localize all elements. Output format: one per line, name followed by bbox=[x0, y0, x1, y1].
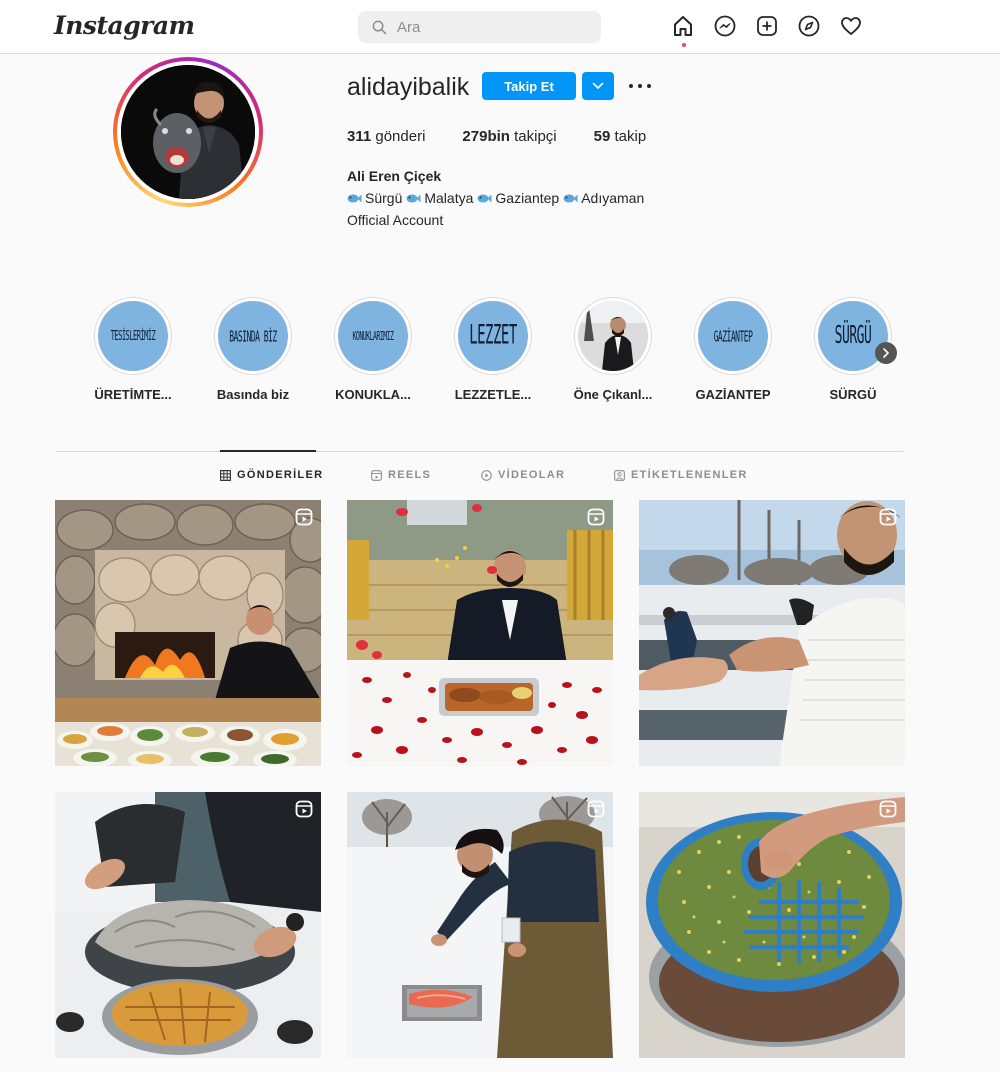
post-image bbox=[347, 500, 613, 766]
highlight-label: ÜRETİMTE... bbox=[94, 387, 172, 402]
bio-place: Adıyaman bbox=[563, 190, 644, 206]
avatar-photo bbox=[121, 65, 255, 199]
highlight-cover-photo bbox=[578, 301, 648, 371]
reel-badge-icon bbox=[879, 508, 897, 526]
followers-count[interactable]: 279bin takipçi bbox=[462, 128, 556, 145]
profile-avatar[interactable] bbox=[113, 57, 263, 207]
search-placeholder: Ara bbox=[397, 18, 421, 36]
notification-dot bbox=[682, 43, 686, 47]
highlight-cover: TESİSLERİMİZ bbox=[98, 301, 168, 371]
dot bbox=[638, 84, 642, 88]
highlight-label: Öne Çıkanl... bbox=[573, 387, 653, 402]
highlight-item[interactable]: Öne Çıkanl... bbox=[558, 297, 668, 402]
nav-icons bbox=[671, 14, 881, 47]
tab-tagged[interactable]: ETİKETLENENLER bbox=[614, 469, 748, 481]
story-highlights: TESİSLERİMİZ ÜRETİMTE... BASINDA BİZ Bas… bbox=[93, 297, 913, 407]
dot bbox=[629, 84, 633, 88]
home-icon[interactable] bbox=[671, 14, 697, 47]
highlight-cover: KONUKLARIMIZ bbox=[338, 301, 408, 371]
more-options-button[interactable] bbox=[627, 76, 653, 96]
reel-badge-icon bbox=[587, 508, 605, 526]
posts-count: 311 gönderi bbox=[347, 128, 426, 145]
fish-emoji-icon bbox=[477, 194, 492, 202]
activity-heart-icon[interactable] bbox=[839, 14, 865, 40]
post-image bbox=[55, 500, 321, 766]
fish-emoji-icon bbox=[347, 194, 362, 202]
post-thumbnail[interactable] bbox=[55, 500, 321, 766]
highlights-next-button[interactable] bbox=[875, 342, 897, 364]
profile-username: alidayibalik bbox=[347, 73, 470, 101]
top-navigation-bar: Instagram Ara bbox=[0, 0, 1000, 54]
tabs-divider bbox=[55, 451, 903, 452]
highlight-item[interactable]: LEZZET LEZZETLE... bbox=[438, 297, 548, 402]
profile-bio-places: Sürgü Malatya Gaziantep Adıyaman bbox=[347, 190, 648, 206]
search-input[interactable]: Ara bbox=[358, 11, 601, 43]
dot bbox=[647, 84, 651, 88]
profile-stats: 311 gönderi 279bin takipçi 59 takip bbox=[347, 128, 683, 145]
bio-place: Sürgü bbox=[347, 190, 402, 206]
highlight-item[interactable]: BASINDA BİZ Basında biz bbox=[198, 297, 308, 402]
highlight-item[interactable]: TESİSLERİMİZ ÜRETİMTE... bbox=[78, 297, 188, 402]
post-image bbox=[347, 792, 613, 1058]
post-image bbox=[55, 792, 321, 1058]
bio-place: Gaziantep bbox=[477, 190, 559, 206]
explore-icon[interactable] bbox=[797, 14, 823, 40]
highlight-label: SÜRGÜ bbox=[829, 387, 877, 402]
highlight-item[interactable]: GAZİANTEP GAZİANTEP bbox=[678, 297, 788, 402]
follow-button[interactable]: Takip Et bbox=[482, 72, 576, 100]
following-count[interactable]: 59 takip bbox=[594, 128, 647, 145]
fish-emoji-icon bbox=[563, 194, 578, 202]
new-post-icon[interactable] bbox=[755, 14, 781, 40]
chevron-down-icon bbox=[592, 82, 604, 90]
search-icon bbox=[372, 20, 387, 34]
highlight-cover: GAZİANTEP bbox=[698, 301, 768, 371]
highlight-label: LEZZETLE... bbox=[454, 387, 532, 402]
highlight-label: Basında biz bbox=[216, 387, 290, 402]
profile-bio-line: Official Account bbox=[347, 212, 444, 228]
fish-emoji-icon bbox=[406, 194, 421, 202]
post-thumbnail[interactable] bbox=[55, 792, 321, 1058]
reel-badge-icon bbox=[295, 508, 313, 526]
post-thumbnail[interactable] bbox=[639, 500, 905, 766]
tab-posts[interactable]: GÖNDERİLER bbox=[220, 469, 323, 481]
active-tab-indicator bbox=[220, 450, 316, 452]
reel-badge-icon bbox=[295, 800, 313, 818]
video-play-icon bbox=[481, 469, 492, 481]
reels-icon bbox=[371, 469, 382, 481]
bio-place: Malatya bbox=[406, 190, 473, 206]
post-thumbnail[interactable] bbox=[347, 500, 613, 766]
highlight-item[interactable]: KONUKLARIMIZ KONUKLA... bbox=[318, 297, 428, 402]
post-image bbox=[639, 792, 905, 1058]
highlight-cover: BASINDA BİZ bbox=[218, 301, 288, 371]
reel-badge-icon bbox=[879, 800, 897, 818]
post-thumbnail[interactable] bbox=[639, 792, 905, 1058]
profile-full-name: Ali Eren Çiçek bbox=[347, 168, 442, 184]
instagram-logo[interactable]: Instagram bbox=[54, 11, 195, 40]
highlight-label: GAZİANTEP bbox=[695, 387, 771, 402]
highlight-label: KONUKLA... bbox=[335, 387, 411, 402]
tagged-icon bbox=[614, 469, 625, 481]
highlight-cover: LEZZET bbox=[458, 301, 528, 371]
post-image bbox=[639, 500, 905, 766]
post-thumbnail[interactable] bbox=[347, 792, 613, 1058]
suggested-accounts-button[interactable] bbox=[582, 72, 614, 100]
reel-badge-icon bbox=[587, 800, 605, 818]
tab-reels[interactable]: REELS bbox=[371, 469, 431, 481]
chevron-right-icon bbox=[883, 348, 890, 358]
messenger-icon[interactable] bbox=[713, 14, 739, 40]
grid-icon bbox=[220, 469, 231, 481]
tab-videos[interactable]: VİDEOLAR bbox=[481, 469, 565, 481]
